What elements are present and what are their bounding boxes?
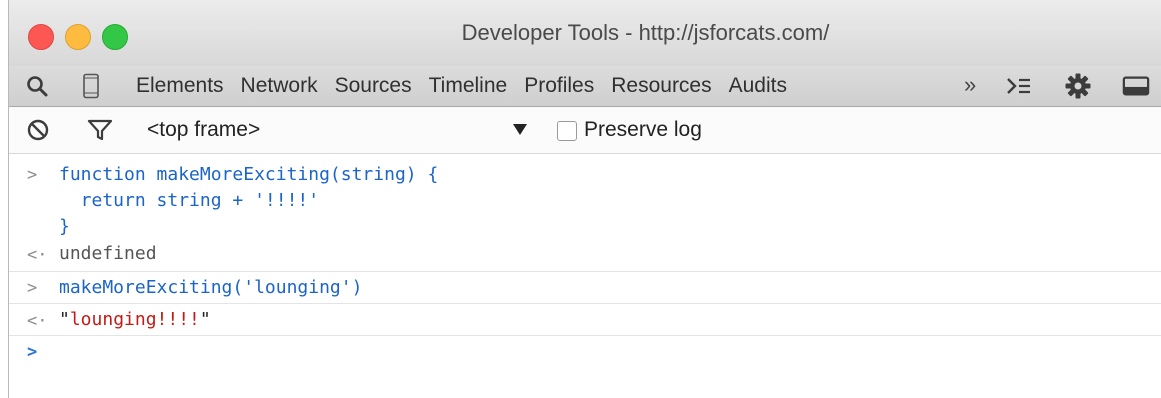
divider <box>9 335 1161 336</box>
result-arrow-icon: <· <box>27 245 48 265</box>
code-line: function makeMoreExciting(string) { <box>59 164 439 185</box>
tab-timeline[interactable]: Timeline <box>429 74 508 98</box>
tab-sources[interactable]: Sources <box>335 74 412 98</box>
input-prompt-icon: > <box>27 278 38 298</box>
title-bar: Developer Tools - http://jsforcats.com/ <box>9 0 1161 66</box>
more-tabs-button[interactable]: » <box>964 72 976 98</box>
result-string: "lounging!!!!" <box>59 309 211 330</box>
devtools-window: Developer Tools - http://jsforcats.com/ … <box>8 0 1161 398</box>
tab-audits[interactable]: Audits <box>729 74 787 98</box>
panel-tabs: Elements Network Sources Timeline Profil… <box>136 66 804 106</box>
string-quote: " <box>199 309 211 330</box>
tab-network[interactable]: Network <box>241 74 318 98</box>
divider <box>9 303 1161 304</box>
console-toolbar: <top frame> Preserve log <box>9 107 1161 154</box>
string-value: lounging!!!! <box>69 309 200 330</box>
code-line: } <box>59 216 70 237</box>
clear-console-icon[interactable] <box>24 116 52 144</box>
string-quote: " <box>59 309 70 330</box>
window-title: Developer Tools - http://jsforcats.com/ <box>461 20 830 45</box>
frame-dropdown-arrow-icon[interactable] <box>513 124 527 135</box>
search-icon[interactable] <box>23 72 51 100</box>
device-mode-icon[interactable] <box>77 72 105 100</box>
tab-elements[interactable]: Elements <box>136 74 224 98</box>
result-arrow-icon: <· <box>27 311 48 331</box>
preserve-log-label[interactable]: Preserve log <box>584 118 702 142</box>
gear-icon[interactable] <box>1064 72 1092 100</box>
code-line: makeMoreExciting('lounging') <box>59 277 363 298</box>
dock-icon[interactable] <box>1122 72 1150 100</box>
input-prompt-icon: > <box>27 165 38 185</box>
panel-tab-bar: Elements Network Sources Timeline Profil… <box>9 66 1161 107</box>
divider <box>9 271 1161 272</box>
tab-resources[interactable]: Resources <box>611 74 711 98</box>
active-prompt-icon: > <box>27 342 38 362</box>
result-value: undefined <box>59 243 157 264</box>
show-drawer-icon[interactable] <box>1005 72 1033 100</box>
filter-icon[interactable] <box>86 116 114 144</box>
code-line: return string + '!!!!' <box>59 190 320 211</box>
tab-profiles[interactable]: Profiles <box>524 74 594 98</box>
frame-selector[interactable]: <top frame> <box>147 118 260 142</box>
preserve-log-checkbox[interactable] <box>557 121 577 141</box>
